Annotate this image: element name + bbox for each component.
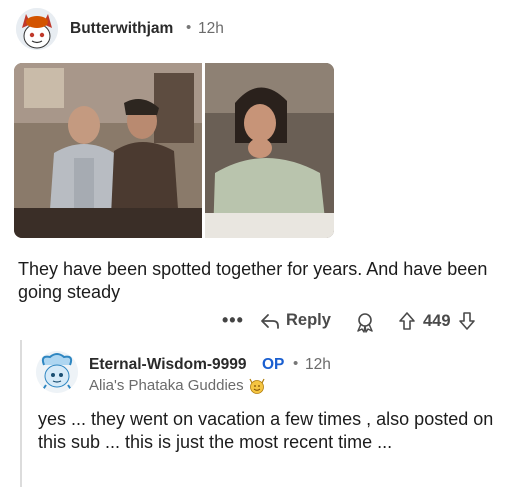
meta-separator: • — [293, 355, 299, 372]
op-badge: OP — [262, 356, 285, 373]
reply-timestamp: 12h — [305, 356, 331, 373]
more-options-button[interactable]: ••• — [222, 310, 244, 331]
reply-username[interactable]: Eternal-Wisdom-9999 — [89, 356, 247, 374]
snoo-avatar-icon — [16, 8, 58, 50]
award-button[interactable] — [354, 311, 376, 338]
flair-emoji-icon — [249, 378, 265, 394]
comment-username[interactable]: Butterwithjam — [70, 20, 173, 38]
vote-count: 449 — [423, 311, 451, 330]
snoo-avatar-icon — [36, 351, 78, 393]
vote-controls: 449 — [398, 311, 476, 331]
user-avatar[interactable] — [16, 8, 58, 50]
reply-body: yes ... they went on vacation a few time… — [38, 409, 494, 452]
downvote-icon[interactable] — [458, 311, 476, 331]
photo-right — [205, 63, 334, 238]
comment-timestamp: 12h — [198, 20, 224, 37]
reply-user-avatar[interactable] — [36, 351, 78, 393]
photo-left — [14, 63, 202, 238]
thread-line[interactable] — [20, 340, 22, 487]
flair-text: Alia's Phataka Guddies — [89, 377, 244, 394]
reply-button[interactable]: Reply — [260, 311, 331, 330]
reply-label: Reply — [286, 311, 331, 329]
comment-image[interactable] — [14, 63, 334, 238]
award-icon — [357, 313, 373, 333]
upvote-icon[interactable] — [398, 311, 416, 331]
reply-arrow-icon — [261, 313, 279, 329]
comment-body: They have been spotted together for year… — [18, 259, 488, 302]
user-flair: Alia's Phataka Guddies — [89, 377, 266, 394]
meta-separator: • — [186, 19, 192, 36]
